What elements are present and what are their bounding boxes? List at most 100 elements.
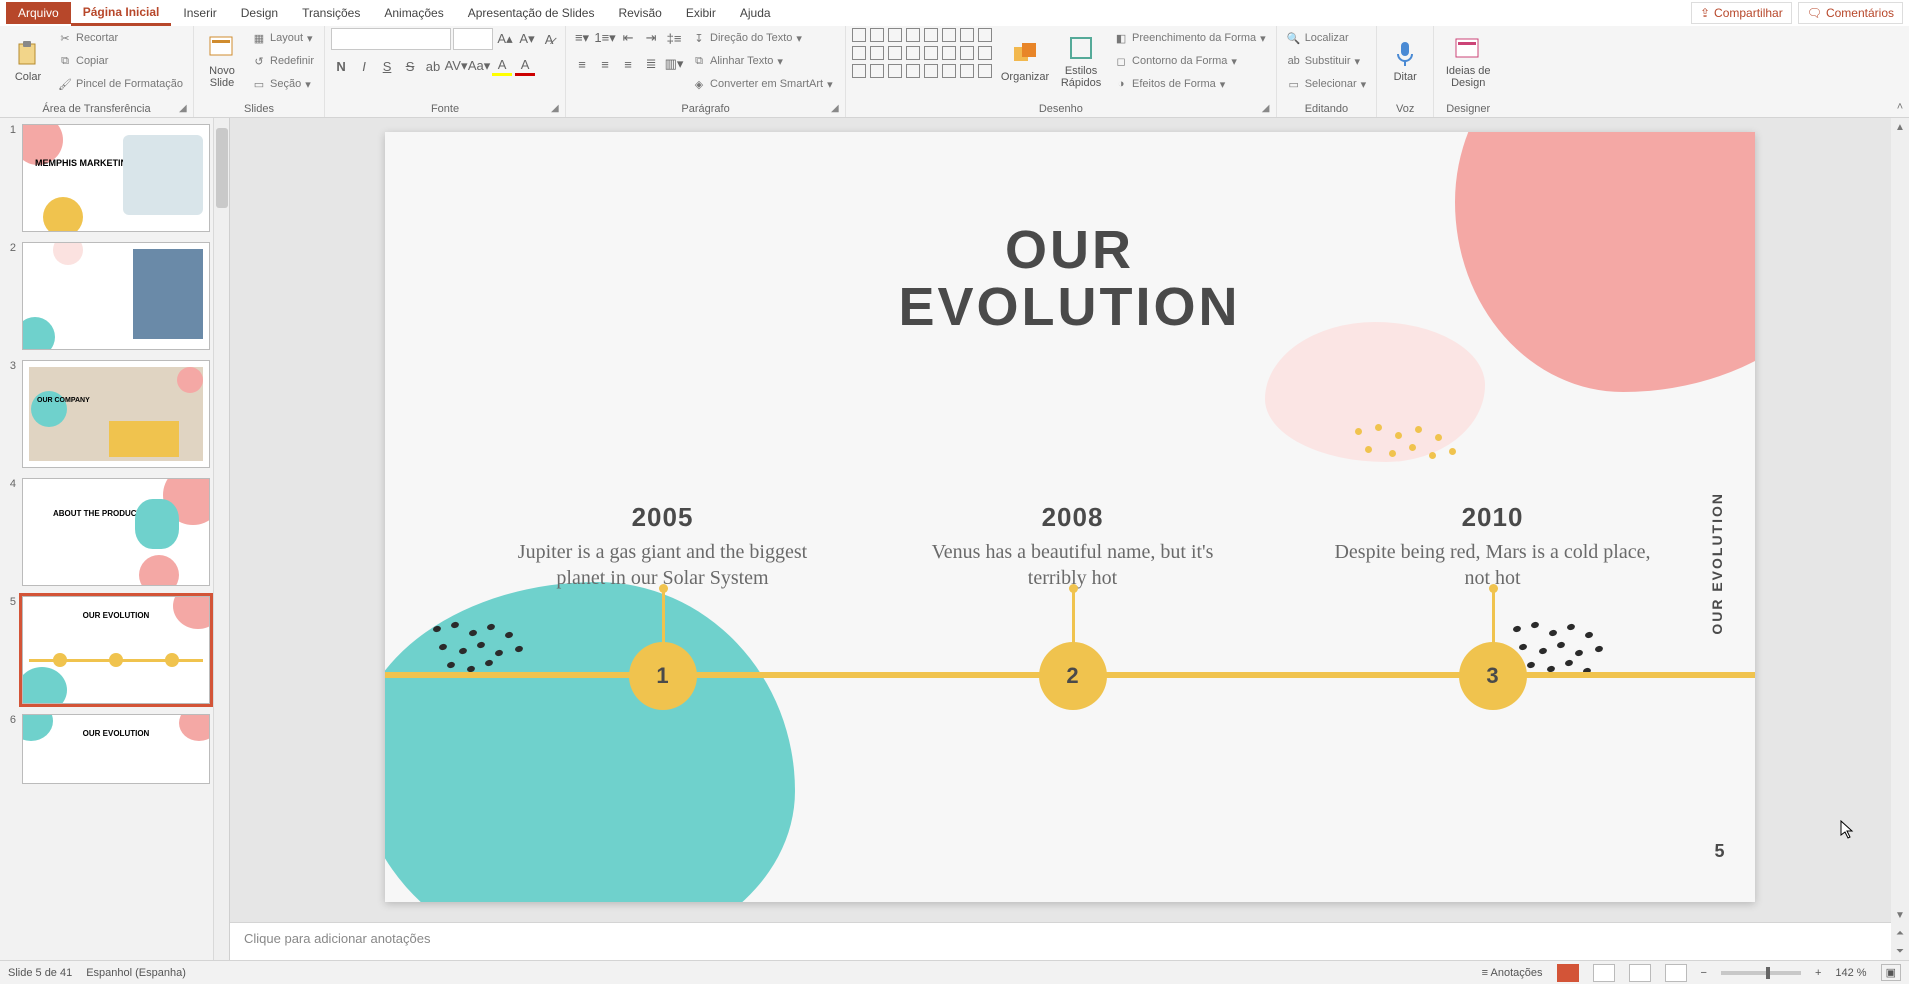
find-button[interactable]: 🔍Localizar bbox=[1283, 28, 1371, 48]
tab-review[interactable]: Revisão bbox=[606, 2, 673, 24]
language-indicator[interactable]: Espanhol (Espanha) bbox=[86, 967, 186, 979]
prev-slide-icon[interactable]: ⏶ bbox=[1891, 924, 1909, 942]
copy-button[interactable]: ⧉Copiar bbox=[54, 51, 187, 71]
layout-button[interactable]: ▦Layout ▾ bbox=[248, 28, 318, 48]
align-right-button[interactable]: ≡ bbox=[618, 54, 638, 74]
italic-button[interactable]: I bbox=[354, 56, 374, 76]
reset-button[interactable]: ↺Redefinir bbox=[248, 51, 318, 71]
timeline-entry[interactable]: 2008 Venus has a beautiful name, but it'… bbox=[903, 502, 1243, 591]
collapse-ribbon-icon[interactable]: ˄ bbox=[1891, 26, 1909, 117]
format-painter-button[interactable]: 🖌Pincel de Formatação bbox=[54, 74, 187, 94]
next-slide-icon[interactable]: ⏷ bbox=[1891, 942, 1909, 960]
decrease-indent-button[interactable]: ⇤ bbox=[618, 28, 638, 48]
zoom-slider[interactable] bbox=[1721, 971, 1801, 975]
slide-title[interactable]: OUR EVOLUTION bbox=[385, 222, 1755, 335]
file-tab[interactable]: Arquivo bbox=[6, 2, 71, 24]
thumb-row[interactable]: 3 OUR COMPANY bbox=[4, 360, 225, 468]
slide-canvas[interactable]: OUR EVOLUTION 2005 J bbox=[385, 132, 1755, 902]
numbering-button[interactable]: 1≡▾ bbox=[595, 28, 615, 48]
slide-thumbnail[interactable]: MEMPHIS MARKETING PLAN bbox=[22, 124, 210, 232]
shape-fill-button[interactable]: ◧Preenchimento da Forma ▾ bbox=[1110, 28, 1270, 48]
reading-view-button[interactable] bbox=[1629, 964, 1651, 982]
arrange-button[interactable]: Organizar bbox=[998, 28, 1052, 94]
timeline-node[interactable]: 3 bbox=[1459, 642, 1527, 710]
sorter-view-button[interactable] bbox=[1593, 964, 1615, 982]
normal-view-button[interactable] bbox=[1557, 964, 1579, 982]
highlight-button[interactable]: A bbox=[492, 56, 512, 76]
comments-button[interactable]: 🗨Comentários bbox=[1798, 2, 1903, 24]
tab-view[interactable]: Exibir bbox=[674, 2, 728, 24]
thumb-row[interactable]: 6 OUR EVOLUTION bbox=[4, 714, 225, 784]
editor-scrollbar[interactable]: ▲ ▼ ⏶ ⏷ bbox=[1891, 118, 1909, 960]
quick-styles-button[interactable]: Estilos Rápidos bbox=[1056, 28, 1106, 94]
new-slide-button[interactable]: Novo Slide bbox=[200, 28, 244, 94]
justify-button[interactable]: ≣ bbox=[641, 54, 661, 74]
slide-thumbnail-selected[interactable]: OUR EVOLUTION bbox=[22, 596, 210, 704]
scroll-up-icon[interactable]: ▲ bbox=[1891, 118, 1909, 136]
line-spacing-button[interactable]: ‡≡ bbox=[664, 28, 684, 48]
tab-design[interactable]: Design bbox=[229, 2, 290, 24]
text-direction-button[interactable]: ↧Direção do Texto ▾ bbox=[688, 28, 837, 48]
change-case-button[interactable]: Aa▾ bbox=[469, 56, 489, 76]
font-color-button[interactable]: A bbox=[515, 56, 535, 76]
tab-help[interactable]: Ajuda bbox=[728, 2, 783, 24]
select-button[interactable]: ▭Selecionar ▾ bbox=[1283, 74, 1371, 94]
scroll-down-icon[interactable]: ▼ bbox=[1891, 906, 1909, 924]
bullets-button[interactable]: ≡▾ bbox=[572, 28, 592, 48]
cut-button[interactable]: ✂Recortar bbox=[54, 28, 187, 48]
align-center-button[interactable]: ≡ bbox=[595, 54, 615, 74]
font-size-input[interactable] bbox=[453, 28, 493, 50]
convert-smartart-button[interactable]: ◈Converter em SmartArt ▾ bbox=[688, 74, 837, 94]
thumbnails-scrollbar[interactable] bbox=[213, 118, 229, 960]
slide-thumbnail[interactable]: OUR COMPANY bbox=[22, 360, 210, 468]
thumb-row[interactable]: 1 MEMPHIS MARKETING PLAN bbox=[4, 124, 225, 232]
thumb-row[interactable]: 5 OUR EVOLUTION bbox=[4, 596, 225, 704]
char-spacing-button[interactable]: AV▾ bbox=[446, 56, 466, 76]
timeline-node[interactable]: 2 bbox=[1039, 642, 1107, 710]
tab-home[interactable]: Página Inicial bbox=[71, 1, 172, 26]
slideshow-view-button[interactable] bbox=[1665, 964, 1687, 982]
timeline-entry[interactable]: 2005 Jupiter is a gas giant and the bigg… bbox=[493, 502, 833, 591]
increase-font-icon[interactable]: A▴ bbox=[495, 29, 515, 49]
dialog-launcher-icon[interactable]: ◢ bbox=[831, 103, 843, 115]
zoom-out-button[interactable]: − bbox=[1701, 967, 1707, 979]
increase-indent-button[interactable]: ⇥ bbox=[641, 28, 661, 48]
tab-animations[interactable]: Animações bbox=[372, 2, 455, 24]
shapes-gallery[interactable] bbox=[852, 28, 994, 80]
clear-format-icon[interactable]: A̷ bbox=[539, 29, 559, 49]
notes-toggle[interactable]: ≡ Anotações bbox=[1482, 967, 1543, 979]
slide-thumbnail[interactable]: ABOUT THE PRODUCT bbox=[22, 478, 210, 586]
decrease-font-icon[interactable]: A▾ bbox=[517, 29, 537, 49]
bold-button[interactable]: N bbox=[331, 56, 351, 76]
thumb-row[interactable]: 4 ABOUT THE PRODUCT bbox=[4, 478, 225, 586]
dialog-launcher-icon[interactable]: ◢ bbox=[551, 103, 563, 115]
shape-effects-button[interactable]: ◑Efeitos de Forma ▾ bbox=[1110, 74, 1270, 94]
columns-button[interactable]: ▥▾ bbox=[664, 54, 684, 74]
timeline-entry[interactable]: 2010 Despite being red, Mars is a cold p… bbox=[1323, 502, 1663, 591]
slide-thumbnail[interactable]: OUR EVOLUTION bbox=[22, 714, 210, 784]
dictate-button[interactable]: Ditar bbox=[1383, 28, 1427, 94]
notes-pane[interactable]: Clique para adicionar anotações bbox=[230, 922, 1909, 960]
thumb-row[interactable]: 2 bbox=[4, 242, 225, 350]
align-left-button[interactable]: ≡ bbox=[572, 54, 592, 74]
paste-button[interactable]: Colar bbox=[6, 28, 50, 94]
section-button[interactable]: ▭Seção ▾ bbox=[248, 74, 318, 94]
zoom-level[interactable]: 142 % bbox=[1835, 967, 1866, 979]
align-text-button[interactable]: ⧉Alinhar Texto ▾ bbox=[688, 51, 837, 71]
strike-button[interactable]: S bbox=[400, 56, 420, 76]
slide-thumbnail[interactable] bbox=[22, 242, 210, 350]
tab-slideshow[interactable]: Apresentação de Slides bbox=[456, 2, 607, 24]
shape-outline-button[interactable]: ◻Contorno da Forma ▾ bbox=[1110, 51, 1270, 71]
design-ideas-button[interactable]: Ideias de Design bbox=[1440, 28, 1496, 94]
shadow-button[interactable]: ab bbox=[423, 56, 443, 76]
zoom-in-button[interactable]: + bbox=[1815, 967, 1821, 979]
underline-button[interactable]: S bbox=[377, 56, 397, 76]
font-name-input[interactable] bbox=[331, 28, 451, 50]
tab-insert[interactable]: Inserir bbox=[171, 2, 228, 24]
share-button[interactable]: ⇪Compartilhar bbox=[1691, 2, 1792, 24]
dialog-launcher-icon[interactable]: ◢ bbox=[1262, 103, 1274, 115]
dialog-launcher-icon[interactable]: ◢ bbox=[179, 103, 191, 115]
tab-transitions[interactable]: Transições bbox=[290, 2, 372, 24]
timeline-node[interactable]: 1 bbox=[629, 642, 697, 710]
fit-to-window-button[interactable]: ▣ bbox=[1881, 964, 1901, 981]
